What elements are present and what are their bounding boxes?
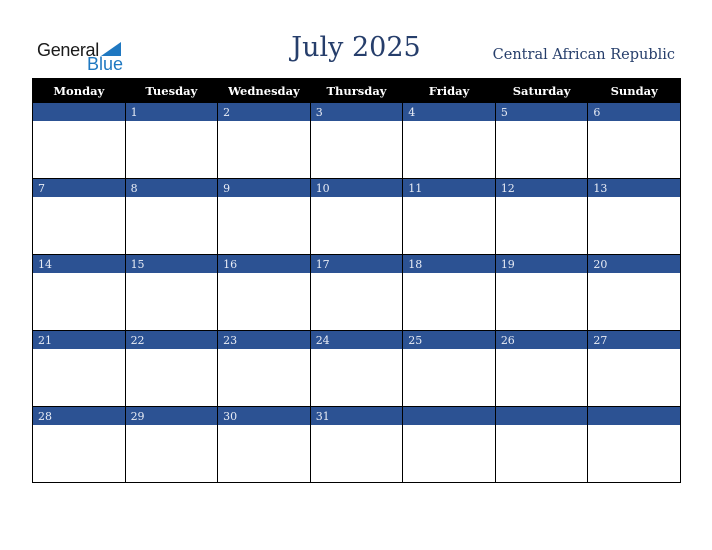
day-cell[interactable] (217, 349, 311, 407)
day-number: 14 (32, 254, 126, 273)
day-number: 6 (587, 102, 681, 121)
day-cell[interactable] (124, 121, 219, 179)
weekday-header: Wednesday (217, 78, 311, 103)
day-number: 28 (32, 406, 126, 425)
day-cell[interactable] (309, 349, 404, 407)
day-number: 29 (124, 406, 219, 425)
day-cell[interactable] (309, 273, 404, 331)
day-cell[interactable] (587, 349, 681, 407)
day-number: 25 (402, 330, 496, 349)
country-label: Central African Republic (492, 47, 675, 63)
day-number (587, 406, 681, 425)
day-number (32, 102, 126, 121)
day-cell[interactable] (494, 197, 589, 255)
day-cell[interactable] (402, 349, 496, 407)
day-cell[interactable] (309, 425, 404, 483)
day-number: 1 (124, 102, 219, 121)
day-number: 3 (309, 102, 404, 121)
day-number: 2 (217, 102, 311, 121)
day-cell[interactable] (587, 197, 681, 255)
day-number: 5 (494, 102, 589, 121)
day-cell[interactable] (494, 425, 589, 483)
day-cell[interactable] (124, 273, 219, 331)
day-number: 30 (217, 406, 311, 425)
day-cell[interactable] (32, 349, 126, 407)
day-cell[interactable] (402, 273, 496, 331)
day-number: 8 (124, 178, 219, 197)
day-cell[interactable] (32, 197, 126, 255)
day-number: 17 (309, 254, 404, 273)
weekday-header: Tuesday (124, 78, 219, 103)
day-number: 18 (402, 254, 496, 273)
weekday-header: Saturday (494, 78, 589, 103)
day-cell[interactable] (217, 425, 311, 483)
day-cell[interactable] (494, 121, 589, 179)
day-cell[interactable] (32, 121, 126, 179)
day-number: 21 (32, 330, 126, 349)
day-number: 4 (402, 102, 496, 121)
day-number: 15 (124, 254, 219, 273)
week-date-band: 123456 (32, 102, 681, 121)
weekday-header: Friday (402, 78, 496, 103)
day-cell[interactable] (587, 425, 681, 483)
day-number: 19 (494, 254, 589, 273)
day-number: 16 (217, 254, 311, 273)
day-cell[interactable] (309, 121, 404, 179)
week-body-row (32, 197, 681, 255)
day-number: 20 (587, 254, 681, 273)
weekday-header: Sunday (587, 78, 681, 103)
calendar-grid: Monday Tuesday Wednesday Thursday Friday… (32, 78, 681, 483)
day-cell[interactable] (124, 197, 219, 255)
day-cell[interactable] (217, 197, 311, 255)
day-cell[interactable] (587, 121, 681, 179)
day-number (402, 406, 496, 425)
day-cell[interactable] (124, 425, 219, 483)
week-body-row (32, 349, 681, 407)
weekday-header-row: Monday Tuesday Wednesday Thursday Friday… (32, 78, 681, 103)
day-number: 11 (402, 178, 496, 197)
day-number: 10 (309, 178, 404, 197)
weekday-header: Monday (32, 78, 126, 103)
day-cell[interactable] (217, 273, 311, 331)
day-number: 9 (217, 178, 311, 197)
day-cell[interactable] (32, 425, 126, 483)
week-date-band: 28 29 30 31 (32, 406, 681, 425)
week-date-band: 21 22 23 24 25 26 27 (32, 330, 681, 349)
day-cell[interactable] (587, 273, 681, 331)
day-cell[interactable] (402, 425, 496, 483)
week-body-row (32, 121, 681, 179)
day-number: 23 (217, 330, 311, 349)
day-number: 31 (309, 406, 404, 425)
day-cell[interactable] (494, 273, 589, 331)
day-number: 7 (32, 178, 126, 197)
day-number: 13 (587, 178, 681, 197)
day-cell[interactable] (494, 349, 589, 407)
day-number: 27 (587, 330, 681, 349)
day-cell[interactable] (309, 197, 404, 255)
day-cell[interactable] (217, 121, 311, 179)
week-date-band: 14 15 16 17 18 19 20 (32, 254, 681, 273)
week-body-row (32, 273, 681, 331)
day-number: 26 (494, 330, 589, 349)
day-cell[interactable] (402, 121, 496, 179)
day-number: 12 (494, 178, 589, 197)
day-cell[interactable] (402, 197, 496, 255)
day-cell[interactable] (124, 349, 219, 407)
weekday-header: Thursday (309, 78, 404, 103)
day-number (494, 406, 589, 425)
day-cell[interactable] (32, 273, 126, 331)
day-number: 24 (309, 330, 404, 349)
week-body-row (32, 425, 681, 483)
day-number: 22 (124, 330, 219, 349)
week-date-band: 7 8 9 10 11 12 13 (32, 178, 681, 197)
